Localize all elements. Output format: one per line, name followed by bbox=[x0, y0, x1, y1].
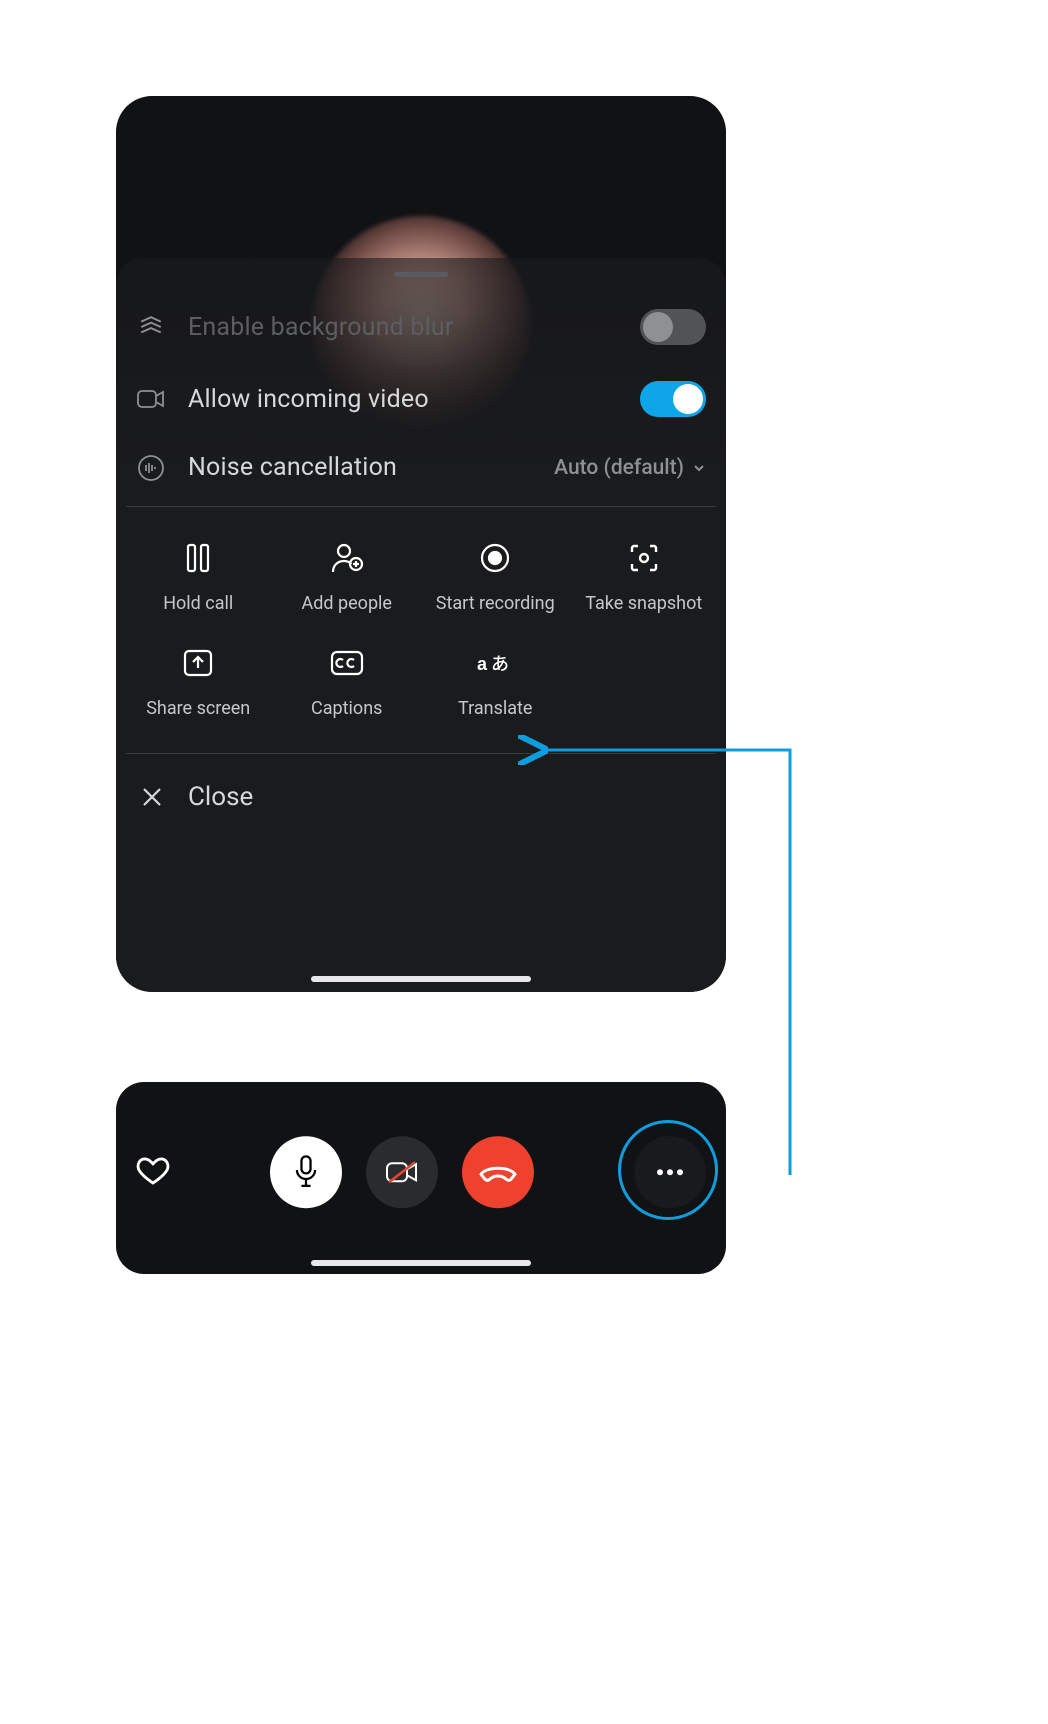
call-button-group bbox=[270, 1136, 534, 1208]
action-add-people[interactable]: Add people bbox=[273, 541, 422, 614]
home-indicator bbox=[311, 976, 531, 982]
snapshot-icon bbox=[629, 541, 659, 575]
heart-icon bbox=[136, 1153, 170, 1187]
microphone-icon bbox=[292, 1155, 320, 1189]
phone-down-icon bbox=[478, 1162, 518, 1182]
camera-button[interactable] bbox=[366, 1136, 438, 1208]
close-button[interactable]: Close bbox=[116, 754, 726, 864]
home-indicator bbox=[311, 1260, 531, 1266]
close-icon bbox=[138, 786, 166, 808]
video-icon bbox=[134, 388, 168, 410]
action-translate[interactable]: a あ Translate bbox=[421, 646, 570, 719]
add-person-icon bbox=[330, 541, 364, 575]
row-allow-incoming-video: Allow incoming video bbox=[116, 363, 726, 435]
row-noise-cancellation[interactable]: Noise cancellation Auto (default) bbox=[116, 435, 726, 500]
row-noise-cancellation-label: Noise cancellation bbox=[188, 453, 534, 482]
svg-text:a: a bbox=[477, 654, 488, 674]
captions-icon bbox=[330, 646, 364, 680]
pause-icon bbox=[184, 541, 212, 575]
sheet-grabber[interactable] bbox=[394, 272, 448, 277]
svg-text:あ: あ bbox=[491, 650, 509, 676]
toggle-background-blur[interactable] bbox=[640, 309, 706, 345]
action-captions[interactable]: Captions bbox=[273, 646, 422, 719]
more-options-button[interactable] bbox=[634, 1136, 706, 1208]
noise-cancellation-icon bbox=[134, 455, 168, 481]
actions-grid: Hold call Add people Start recordin bbox=[116, 507, 726, 747]
noise-cancellation-value[interactable]: Auto (default) bbox=[554, 456, 706, 480]
toggle-allow-incoming-video[interactable] bbox=[640, 381, 706, 417]
hangup-button[interactable] bbox=[462, 1136, 534, 1208]
more-options-sheet: Enable background blur Allow incoming vi… bbox=[116, 96, 726, 992]
camera-off-icon bbox=[384, 1158, 420, 1186]
row-background-blur-label: Enable background blur bbox=[188, 313, 620, 342]
blur-icon bbox=[134, 314, 168, 340]
action-hold-call[interactable]: Hold call bbox=[124, 541, 273, 614]
call-controls-bar bbox=[116, 1082, 726, 1274]
translate-icon: a あ bbox=[477, 646, 513, 680]
row-background-blur: Enable background blur bbox=[116, 291, 726, 363]
row-allow-incoming-video-label: Allow incoming video bbox=[188, 385, 620, 414]
more-icon bbox=[656, 1168, 684, 1176]
record-icon bbox=[480, 541, 510, 575]
action-share-screen[interactable]: Share screen bbox=[124, 646, 273, 719]
chevron-down-icon bbox=[692, 461, 706, 475]
action-take-snapshot[interactable]: Take snapshot bbox=[570, 541, 719, 614]
options-bottom-sheet: Enable background blur Allow incoming vi… bbox=[116, 258, 726, 992]
action-start-recording[interactable]: Start recording bbox=[421, 541, 570, 614]
share-screen-icon bbox=[183, 646, 213, 680]
mute-button[interactable] bbox=[270, 1136, 342, 1208]
react-button[interactable] bbox=[136, 1153, 170, 1191]
